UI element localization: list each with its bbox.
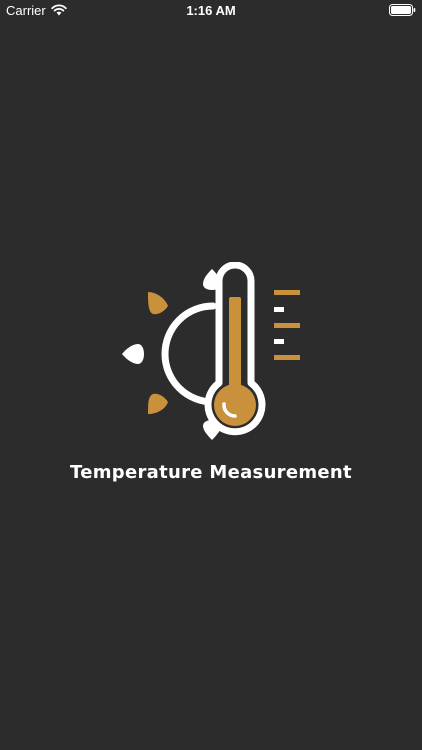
- status-time: 1:16 AM: [186, 3, 236, 18]
- splash-screen: Carrier 1:16 AM Temperature Measurement: [0, 0, 422, 750]
- app-title: Temperature Measurement: [70, 462, 352, 483]
- battery-icon: [389, 4, 416, 16]
- thermometer-sun-icon: [122, 262, 300, 440]
- status-bar: Carrier 1:16 AM: [0, 0, 422, 22]
